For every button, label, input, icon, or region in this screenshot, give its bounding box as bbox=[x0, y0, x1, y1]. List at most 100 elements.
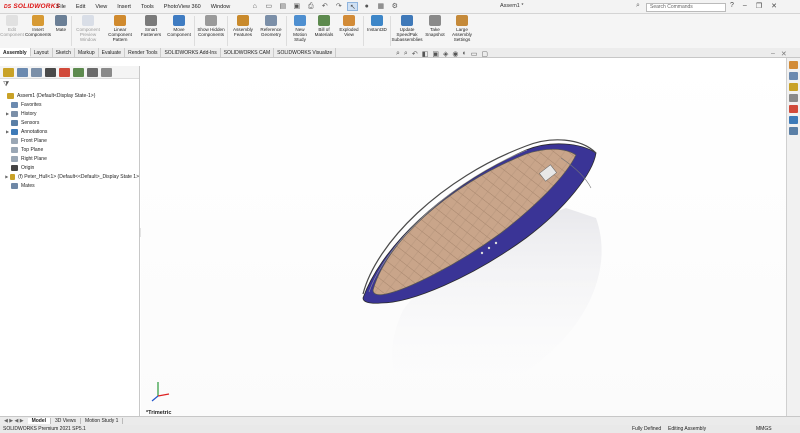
menu-edit[interactable]: Edit bbox=[71, 4, 90, 10]
large-assembly-settings-button[interactable]: Large Assembly Settings bbox=[448, 14, 476, 48]
exploded-view-button[interactable]: Exploded View bbox=[336, 14, 362, 48]
tree-item[interactable]: Sensors bbox=[0, 118, 139, 127]
tab-nav-arrows-icon[interactable]: ◀ ▶ ◀ ▶ bbox=[0, 418, 28, 424]
tab-assembly[interactable]: Assembly bbox=[0, 48, 31, 57]
bottom-tab-3d-views[interactable]: 3D Views bbox=[51, 418, 82, 424]
options-gear-icon[interactable]: ⚙ bbox=[389, 2, 400, 11]
move-component-button[interactable]: Move Component bbox=[165, 14, 193, 48]
print-icon[interactable]: ⎙ bbox=[305, 2, 316, 11]
appearances-icon[interactable] bbox=[789, 105, 798, 113]
tree-item[interactable]: Assem1 (Default<Display State-1>) bbox=[0, 91, 139, 100]
bottom-tab-motion-study-1[interactable]: Motion Study 1 bbox=[81, 418, 124, 424]
menu-view[interactable]: View bbox=[90, 4, 112, 10]
new-motion-study-button[interactable]: New Motion Study bbox=[288, 14, 312, 48]
insert-components-button[interactable]: Insert Components bbox=[24, 14, 52, 48]
select-cursor-icon[interactable]: ↖ bbox=[347, 2, 359, 11]
file-properties-icon[interactable]: ▦ bbox=[375, 2, 386, 11]
zoom-to-area-icon[interactable]: ⌕ bbox=[404, 50, 408, 58]
tree-item[interactable]: ▶ (f) Peter_Hull<1> (Default<<Default>_Di… bbox=[0, 172, 139, 181]
status-bar: SOLIDWORKS Premium 2021 SP5.1 Fully Defi… bbox=[0, 425, 800, 433]
section-view-icon[interactable]: ◧ bbox=[422, 50, 429, 58]
tree-item[interactable]: Right Plane bbox=[0, 154, 139, 163]
reference-geometry-button[interactable]: Reference Geometry bbox=[257, 14, 285, 48]
help-icon[interactable]: ? bbox=[730, 2, 734, 10]
expand-arrow-icon[interactable]: ▶ bbox=[4, 174, 10, 179]
mate-button[interactable]: Mate bbox=[52, 14, 70, 48]
view-orientation-icon[interactable]: ▣ bbox=[432, 50, 439, 58]
home-icon[interactable]: ⌂ bbox=[249, 2, 260, 11]
property-manager-tab-icon[interactable] bbox=[17, 68, 28, 77]
expand-arrow-icon[interactable]: ▶ bbox=[4, 111, 11, 116]
forum-icon[interactable] bbox=[789, 127, 798, 135]
menu-file[interactable]: File bbox=[52, 4, 71, 10]
rebuild-icon[interactable]: ● bbox=[361, 2, 372, 11]
menu-window[interactable]: Window bbox=[206, 4, 236, 10]
restore-icon[interactable]: ❐ bbox=[756, 2, 762, 10]
previous-view-icon[interactable]: ↶ bbox=[412, 50, 418, 58]
redo-icon[interactable]: ↷ bbox=[333, 2, 344, 11]
save-icon[interactable]: ▣ bbox=[291, 2, 302, 11]
view-settings-icon[interactable]: ▢ bbox=[481, 50, 488, 58]
menu-photoview-360[interactable]: PhotoView 360 bbox=[159, 4, 206, 10]
custom-properties-icon[interactable] bbox=[789, 116, 798, 124]
instant3d-button[interactable]: Instant3D bbox=[365, 14, 389, 48]
bottom-tab-model[interactable]: Model bbox=[27, 418, 52, 424]
undo-icon[interactable]: ↶ bbox=[319, 2, 330, 11]
viewport-close-icon[interactable]: ✕ bbox=[781, 50, 787, 58]
status-units[interactable]: MMGS bbox=[756, 426, 772, 432]
view-palette-icon[interactable] bbox=[789, 94, 798, 102]
apply-scene-icon[interactable]: ▭ bbox=[471, 50, 478, 58]
tree-item[interactable]: Top Plane bbox=[0, 145, 139, 154]
edit-appearance-icon[interactable]: ◐ bbox=[462, 50, 466, 58]
tab-solidworks-cam[interactable]: SOLIDWORKS CAM bbox=[221, 48, 275, 57]
display-manager-tab-icon[interactable] bbox=[59, 68, 70, 77]
tab-render-tools[interactable]: Render Tools bbox=[125, 48, 162, 57]
linear-component-pattern-button[interactable]: Linear Component Pattern bbox=[103, 14, 137, 48]
take-snapshot-button[interactable]: Take Snapshot bbox=[422, 14, 448, 48]
expand-arrow-icon[interactable]: ▶ bbox=[4, 129, 11, 134]
cam-tools-tree-icon[interactable] bbox=[101, 68, 112, 77]
tree-item[interactable]: Mates bbox=[0, 181, 139, 190]
update-speedpak-subassemblies-button[interactable]: Update SpeedPak Subassemblies bbox=[391, 14, 423, 48]
cam-feature-tree-icon[interactable] bbox=[73, 68, 84, 77]
tree-item[interactable]: Favorites bbox=[0, 100, 139, 109]
smart-fasteners-button[interactable]: Smart Fasteners bbox=[137, 14, 165, 48]
bill-of-materials-button[interactable]: Bill of Materials bbox=[312, 14, 336, 48]
menu-tools[interactable]: Tools bbox=[136, 4, 159, 10]
dimxpert-tab-icon[interactable] bbox=[45, 68, 56, 77]
close-icon[interactable]: ✕ bbox=[771, 2, 777, 10]
filter-icon[interactable]: ⧩ bbox=[0, 79, 139, 90]
tree-item[interactable]: ▶ Annotations bbox=[0, 127, 139, 136]
cam-operation-tree-icon[interactable] bbox=[87, 68, 98, 77]
app-logo[interactable]: DS SOLIDWORKS bbox=[0, 3, 60, 10]
open-folder-icon[interactable]: ▤ bbox=[277, 2, 288, 11]
menu-insert[interactable]: Insert bbox=[112, 4, 136, 10]
assembly-features-button[interactable]: Assembly Features bbox=[229, 14, 257, 48]
graphics-area[interactable] bbox=[141, 58, 786, 416]
new-document-icon[interactable]: ▭ bbox=[263, 2, 274, 11]
tab-solidworks-visualize[interactable]: SOLIDWORKS Visualize bbox=[274, 48, 337, 57]
tree-item[interactable]: ▶ History bbox=[0, 109, 139, 118]
component-preview-window-button[interactable]: Component Preview Window bbox=[73, 14, 103, 48]
search-commands-input[interactable]: Search Commands bbox=[646, 3, 726, 12]
tab-sketch[interactable]: Sketch bbox=[53, 48, 75, 57]
tab-layout[interactable]: Layout bbox=[31, 48, 53, 57]
minimize-icon[interactable]: – bbox=[743, 2, 747, 10]
search-icon[interactable]: ⌕ bbox=[636, 2, 640, 10]
tab-solidworks-add-ins[interactable]: SOLIDWORKS Add-Ins bbox=[161, 48, 221, 57]
tab-evaluate[interactable]: Evaluate bbox=[99, 48, 126, 57]
tab-markup[interactable]: Markup bbox=[75, 48, 99, 57]
solidworks-resources-icon[interactable] bbox=[789, 61, 798, 69]
show-hidden-components-button[interactable]: Show Hidden Components bbox=[196, 14, 226, 48]
zoom-to-fit-icon[interactable]: ⌕ bbox=[396, 50, 400, 58]
edit-component-button[interactable]: Edit Component bbox=[0, 14, 24, 48]
viewport-minimize-icon[interactable]: – bbox=[771, 50, 775, 58]
display-style-icon[interactable]: ◈ bbox=[443, 50, 448, 58]
configuration-manager-tab-icon[interactable] bbox=[31, 68, 42, 77]
feature-manager-tab-icon[interactable] bbox=[3, 68, 14, 77]
design-library-icon[interactable] bbox=[789, 72, 798, 80]
tree-item[interactable]: Origin bbox=[0, 163, 139, 172]
file-explorer-icon[interactable] bbox=[789, 83, 798, 91]
hide-show-items-icon[interactable]: ◉ bbox=[452, 50, 458, 58]
tree-item[interactable]: Front Plane bbox=[0, 136, 139, 145]
